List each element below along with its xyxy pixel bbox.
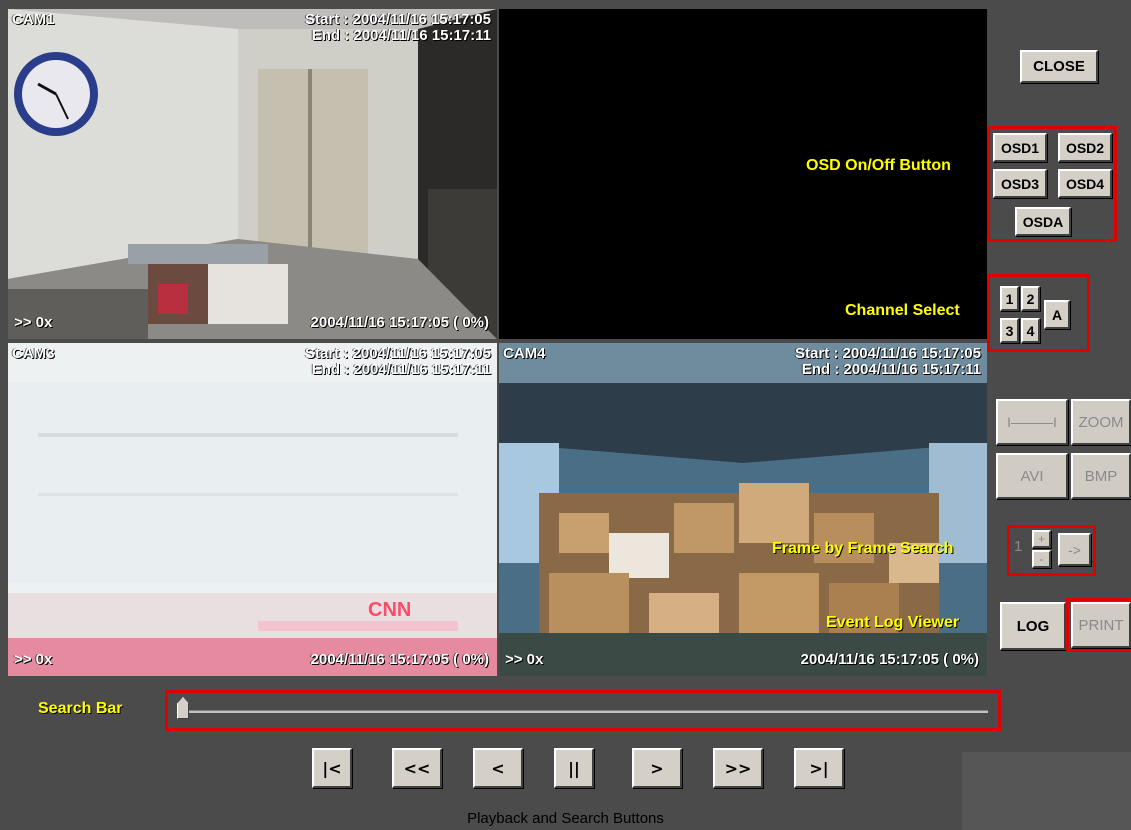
avi-button[interactable]: AVI — [996, 453, 1068, 499]
zoom-button[interactable]: ZOOM — [1071, 399, 1131, 445]
first-frame-button[interactable]: |< — [312, 748, 352, 788]
camera-start-time: Start : 2004/11/16 15:17:05 — [305, 11, 491, 28]
channel-2-button[interactable]: 2 — [1021, 286, 1040, 311]
search-annotation: Search Bar — [38, 700, 123, 717]
osd2-button[interactable]: OSD2 — [1058, 133, 1112, 162]
play-button[interactable]: > — [632, 748, 682, 788]
fast-rewind-button[interactable]: << — [392, 748, 442, 788]
pause-button[interactable]: || — [554, 748, 594, 788]
step-back-icon: < — [491, 758, 505, 778]
close-button[interactable]: CLOSE — [1020, 50, 1098, 83]
camera-start-time: Start : 2004/11/16 15:17:05 — [795, 345, 981, 362]
osd4-button[interactable]: OSD4 — [1058, 169, 1112, 198]
channel-all-button[interactable]: A — [1044, 300, 1070, 329]
last-frame-icon: >| — [809, 758, 829, 778]
camera-timestamp: 2004/11/16 15:17:05 ( 0%) — [310, 651, 489, 668]
frame-value: 1 — [1014, 538, 1023, 555]
dvr-playback-window: CAM1 Start : 2004/11/16 15:17:05 End : 2… — [0, 0, 1131, 830]
fast-forward-icon: >> — [724, 758, 752, 778]
camera-end-time: End : 2004/11/16 15:17:11 — [311, 361, 491, 378]
camera-tile-3[interactable]: CNN CAM3 Start : 2004/11/16 15:17:05 End… — [8, 343, 497, 676]
search-track[interactable] — [180, 710, 988, 713]
zoom-slider[interactable]: I———I — [996, 399, 1068, 445]
first-frame-icon: |< — [322, 758, 342, 778]
log-button[interactable]: LOG — [1000, 602, 1066, 650]
camera-end-time: End : 2004/11/16 15:17:11 — [311, 27, 491, 44]
camera-speed: >> 0x — [14, 314, 53, 331]
pause-icon: || — [568, 758, 580, 778]
frame-up-button[interactable]: + — [1032, 530, 1051, 548]
playback-caption: Playback and Search Buttons — [467, 810, 664, 827]
osd3-button[interactable]: OSD3 — [993, 169, 1047, 198]
frame-down-button[interactable]: - — [1032, 550, 1051, 568]
frame-go-button[interactable]: -> — [1058, 533, 1091, 566]
osd1-button[interactable]: OSD1 — [993, 133, 1047, 162]
frame-annotation: Frame by Frame Search — [772, 540, 954, 557]
osda-button[interactable]: OSDA — [1015, 207, 1071, 236]
camera-speed: >> 0x — [505, 651, 544, 668]
step-back-button[interactable]: < — [473, 748, 523, 788]
channel-4-button[interactable]: 4 — [1021, 318, 1040, 343]
channel-3-button[interactable]: 3 — [1000, 318, 1019, 343]
osd-annotation: OSD On/Off Button — [806, 157, 951, 174]
camera-label: CAM1 — [12, 11, 55, 28]
camera-3-feed — [8, 343, 497, 676]
camera-start-time: Start : 2004/11/16 15:17:05 — [305, 345, 491, 362]
last-frame-button[interactable]: >| — [794, 748, 844, 788]
bmp-button[interactable]: BMP — [1071, 453, 1131, 499]
channel-1-button[interactable]: 1 — [1000, 286, 1019, 311]
fast-forward-button[interactable]: >> — [713, 748, 763, 788]
camera-timestamp: 2004/11/16 15:17:05 ( 0%) — [310, 314, 489, 331]
cnn-logo: CNN — [368, 599, 412, 621]
camera-speed: >> 0x — [14, 651, 53, 668]
channel-annotation: Channel Select — [845, 302, 960, 319]
camera-label: CAM4 — [503, 345, 546, 362]
camera-label: CAM3 — [12, 345, 55, 362]
play-icon: > — [650, 758, 664, 778]
log-annotation: Event Log Viewer — [826, 614, 960, 631]
camera-1-feed — [8, 9, 497, 339]
print-button[interactable]: PRINT — [1071, 602, 1131, 648]
fast-rewind-icon: << — [403, 758, 431, 778]
camera-tile-1[interactable]: CAM1 Start : 2004/11/16 15:17:05 End : 2… — [8, 9, 497, 339]
camera-end-time: End : 2004/11/16 15:17:11 — [801, 361, 981, 378]
camera-timestamp: 2004/11/16 15:17:05 ( 0%) — [800, 651, 979, 668]
